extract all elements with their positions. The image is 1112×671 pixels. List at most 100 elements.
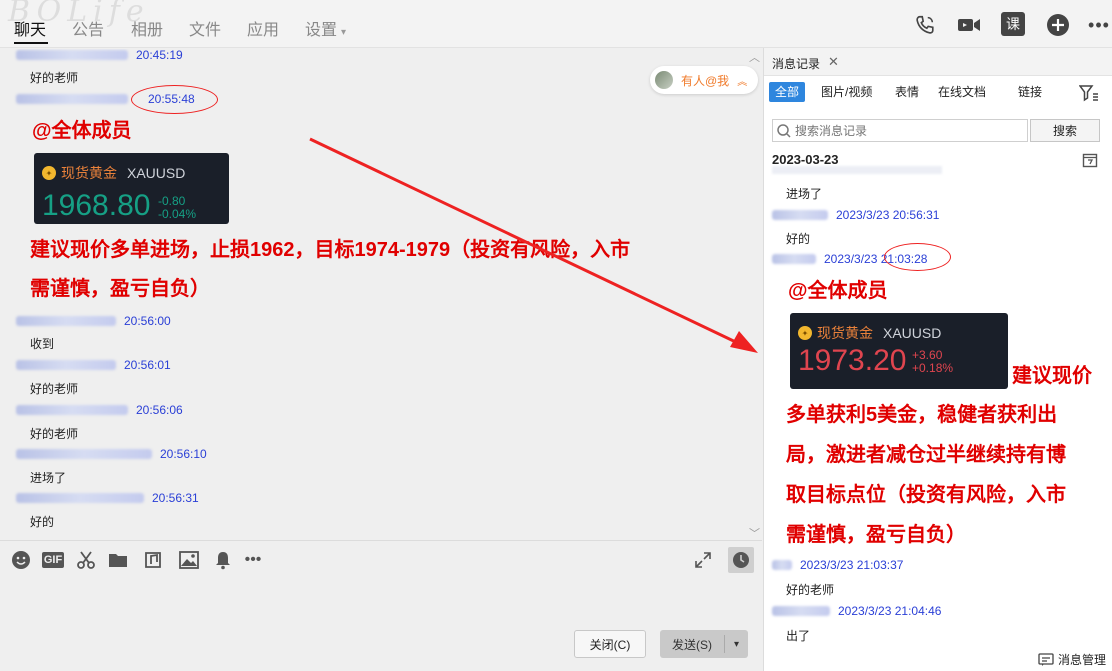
advice-text-line: 建议现价多单进场，止损1962，目标1974-1979（投资有风险，入市 [30,239,631,261]
more-icon[interactable]: ••• [242,549,264,571]
sender-name [772,209,828,220]
filter-docs[interactable]: 在线文档 [932,82,992,102]
message-text: 好的老师 [786,583,835,597]
message-text: 收到 [30,337,55,351]
message-time: 20:56:06 [136,402,183,417]
close-icon[interactable]: ✕ [828,54,839,70]
scissors-icon[interactable] [75,549,97,571]
gold-card-title: ✦ 现货黄金 XAUUSD [798,323,941,343]
message-header: 2023/3/23 20:56:31 [772,207,939,222]
gold-card-price: 1968.80 [42,189,151,222]
tab-apps-label: 应用 [247,22,280,39]
sender-name [772,559,792,570]
message-text: 进场了 [786,187,823,201]
close-button[interactable]: 关闭(C) [574,630,646,658]
folder-icon[interactable] [107,549,129,571]
image-icon[interactable] [178,549,200,571]
lesson-icon[interactable]: 课 [1001,12,1025,36]
filter-media[interactable]: 图片/视频 [815,82,878,102]
gold-card-symbol: XAUUSD [127,165,186,181]
advice-text-line: 多单获利5美金，稳健者获利出 [786,404,1058,426]
tab-apps[interactable]: 应用 [247,16,279,40]
bell-icon[interactable] [212,549,234,571]
video-icon[interactable] [956,12,982,38]
lesson-label: 课 [1006,16,1020,32]
phone-icon[interactable] [912,12,938,38]
send-button[interactable]: 发送(S) ▾ [660,630,748,658]
scroll-down-icon[interactable]: ﹀ [749,525,760,539]
advice-text-line: 取目标点位（投资有风险，入市 [786,484,1066,506]
history-search-box[interactable] [772,119,1028,142]
advice-text-line: 需谨慎，盈亏自负） [30,278,210,300]
sender-name [772,605,830,616]
message-time: 20:56:00 [124,313,171,328]
message-history-panel[interactable]: 消息记录 ✕ 全部 图片/视频 表情 在线文档 链接 搜索 2023-03-23… [763,48,1112,671]
tab-settings-label: 设置 [305,22,338,39]
history-tab-header: 消息记录 ✕ [764,48,1112,76]
message-time: 2023/3/23 20:56:31 [836,207,940,222]
gif-icon[interactable]: GIF [41,549,65,571]
message-text: 好的 [30,515,55,529]
tab-album[interactable]: 相册 [131,16,163,40]
chat-pane[interactable]: ︿ 20:45:19 好的老师 20:55:48 @全体成员 ✦ 现货黄金 XAUU… [0,49,762,539]
plus-icon[interactable] [1045,12,1071,38]
gold-card-change-pct: +0.18% [912,361,954,375]
gold-card-name: 现货黄金 [817,325,873,341]
chat-bubble-icon [1038,652,1054,666]
gold-card-price: 1973.20 [798,344,907,377]
message-text: 好的老师 [30,382,79,396]
tab-settings[interactable]: 设置 ▾ [305,16,346,40]
coin-icon: ✦ [42,166,56,180]
mention-me-pill[interactable]: 有人@我 ︽ [650,66,758,94]
sender-name [16,49,128,60]
tab-chat[interactable]: 聊天 [14,16,46,40]
annotation-circle [884,243,951,271]
gold-card-name: 现货黄金 [61,165,117,181]
advice-text-line: 局，激进者减仓过半继续持有博 [786,444,1066,466]
filter-icon[interactable] [1078,84,1099,105]
tab-announcement-label: 公告 [72,22,105,39]
message-manage-label: 消息管理 [1058,653,1107,667]
scroll-up-icon[interactable]: ︿ [749,49,760,65]
message-text: 进场了 [30,471,67,485]
music-icon[interactable] [142,549,164,571]
message-time: 20:45:19 [136,49,183,62]
history-date: 2023-03-23 [772,152,839,167]
expand-icon[interactable] [692,549,714,571]
message-text: 好的老师 [30,427,79,441]
filter-all[interactable]: 全部 [769,82,806,102]
sender-name [16,404,128,415]
message-header: 20:45:19 [16,49,183,62]
message-text: 出了 [786,629,811,643]
filter-label: 在线文档 [938,85,987,99]
advice-text-line: 建议现价 [1012,365,1092,387]
filter-emoji[interactable]: 表情 [889,82,925,102]
gold-quote-card[interactable]: ✦ 现货黄金 XAUUSD 1968.80 -0.80 -0.04% [34,153,229,224]
message-header: 2023/3/23 21:04:46 [772,603,941,618]
history-search-input[interactable] [795,123,1027,138]
emoji-icon[interactable] [10,549,32,571]
filter-label: 链接 [1018,85,1043,99]
more-icon[interactable]: ••• [1086,12,1112,38]
filter-label: 表情 [895,85,920,99]
message-manage-button[interactable]: 消息管理 [1038,651,1106,668]
sender-name [772,253,816,264]
advice-text-line: 需谨慎，盈亏自负） [786,524,966,546]
sender-name [16,448,152,459]
tab-files[interactable]: 文件 [189,16,221,40]
gold-quote-card[interactable]: ✦ 现货黄金 XAUUSD 1973.20 +3.60 +0.18% [790,313,1008,389]
tab-announcement[interactable]: 公告 [72,16,104,40]
history-clock-icon[interactable] [728,547,754,573]
gold-card-title: ✦ 现货黄金 XAUUSD [42,163,185,183]
search-button[interactable]: 搜索 [1030,119,1100,142]
filter-links[interactable]: 链接 [1012,82,1048,102]
gold-card-symbol: XAUUSD [883,325,942,341]
search-button-label: 搜索 [1052,124,1077,138]
message-header: 20:56:01 [16,357,171,372]
input-area[interactable]: GIF ••• 关闭(C) 发送(S) ▾ [0,540,762,671]
calendar-icon[interactable] [1082,152,1098,171]
chevron-down-icon[interactable]: ▾ [725,639,748,650]
mention-all: @全体成员 [788,280,888,302]
message-time: 20:56:01 [124,357,171,372]
chevron-down-icon: ▾ [341,27,347,38]
